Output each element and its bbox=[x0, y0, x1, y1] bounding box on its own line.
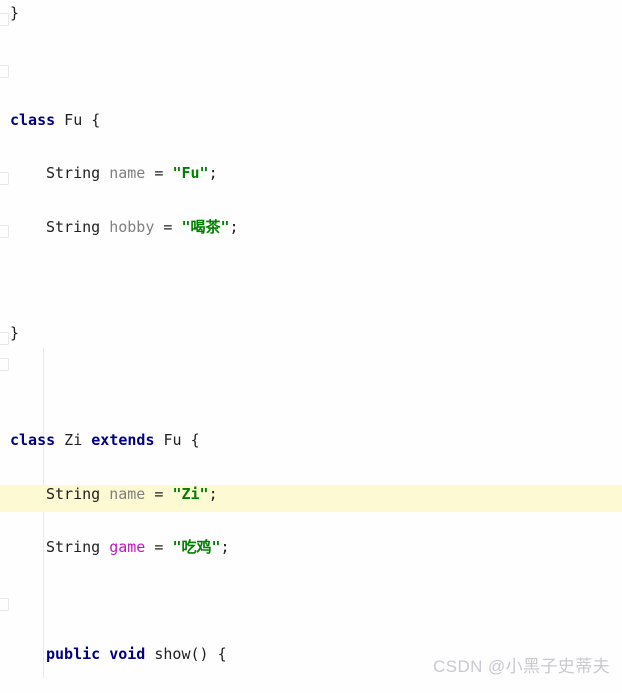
code-line[interactable]: } bbox=[8, 320, 622, 347]
code-line[interactable] bbox=[0, 267, 622, 294]
token-field-name: name bbox=[109, 164, 146, 183]
code-line[interactable]: String name = "Zi"; bbox=[44, 481, 622, 508]
token-type-string: String bbox=[46, 217, 101, 236]
csdn-watermark: CSDN @小黑子史蒂夫 bbox=[433, 657, 610, 677]
token-modifier-public: public bbox=[46, 644, 101, 663]
code-line[interactable]: } bbox=[8, 0, 622, 27]
token-operator-assign: = bbox=[145, 537, 173, 556]
code-line[interactable]: class Zi extends Fu { bbox=[8, 427, 622, 454]
token-field-hobby: hobby bbox=[109, 217, 155, 236]
token-type-string: String bbox=[46, 484, 101, 503]
code-line[interactable]: String game = "吃鸡"; bbox=[44, 534, 622, 561]
token-type-string: String bbox=[46, 537, 101, 556]
token-string-literal: "Fu" bbox=[172, 164, 209, 183]
token-semicolon: ; bbox=[229, 217, 239, 236]
code-editor[interactable]: } class Fu { String name = "Fu"; String … bbox=[0, 0, 622, 693]
token-field-game-highlighted: game bbox=[109, 537, 146, 556]
token-keyword-class: class bbox=[10, 431, 56, 450]
token-string-literal: "Zi" bbox=[172, 484, 209, 503]
code-line[interactable] bbox=[0, 53, 622, 80]
token-keyword-void: void bbox=[109, 644, 146, 663]
code-content[interactable]: } class Fu { String name = "Fu"; String … bbox=[0, 0, 622, 693]
token-keyword-extends: extends bbox=[91, 431, 155, 450]
token-operator-assign: = bbox=[145, 164, 173, 183]
token-type-string: String bbox=[46, 164, 101, 183]
token-method-signature: show() { bbox=[145, 644, 227, 663]
code-line[interactable] bbox=[0, 374, 622, 401]
token-class-name: Fu { bbox=[55, 110, 101, 129]
code-line[interactable]: String hobby = "喝茶"; bbox=[44, 214, 622, 241]
token-field-name: name bbox=[109, 484, 146, 503]
token-semicolon: ; bbox=[208, 484, 218, 503]
token-semicolon: ; bbox=[208, 164, 218, 183]
token-keyword-class: class bbox=[10, 110, 56, 129]
token-semicolon: ; bbox=[220, 537, 230, 556]
token-operator-assign: = bbox=[145, 484, 173, 503]
token-string-literal: "喝茶" bbox=[181, 217, 230, 236]
token-brace: } bbox=[10, 4, 20, 22]
code-line[interactable]: String name = "Fu"; bbox=[44, 160, 622, 187]
code-line[interactable]: class Fu { bbox=[8, 107, 622, 134]
token-operator-assign: = bbox=[154, 217, 182, 236]
token-class-name-zi: Zi bbox=[55, 431, 92, 450]
token-superclass-fu: Fu { bbox=[154, 431, 200, 450]
code-line[interactable] bbox=[0, 587, 622, 614]
token-brace: } bbox=[10, 324, 20, 343]
token-string-literal: "吃鸡" bbox=[172, 537, 221, 556]
